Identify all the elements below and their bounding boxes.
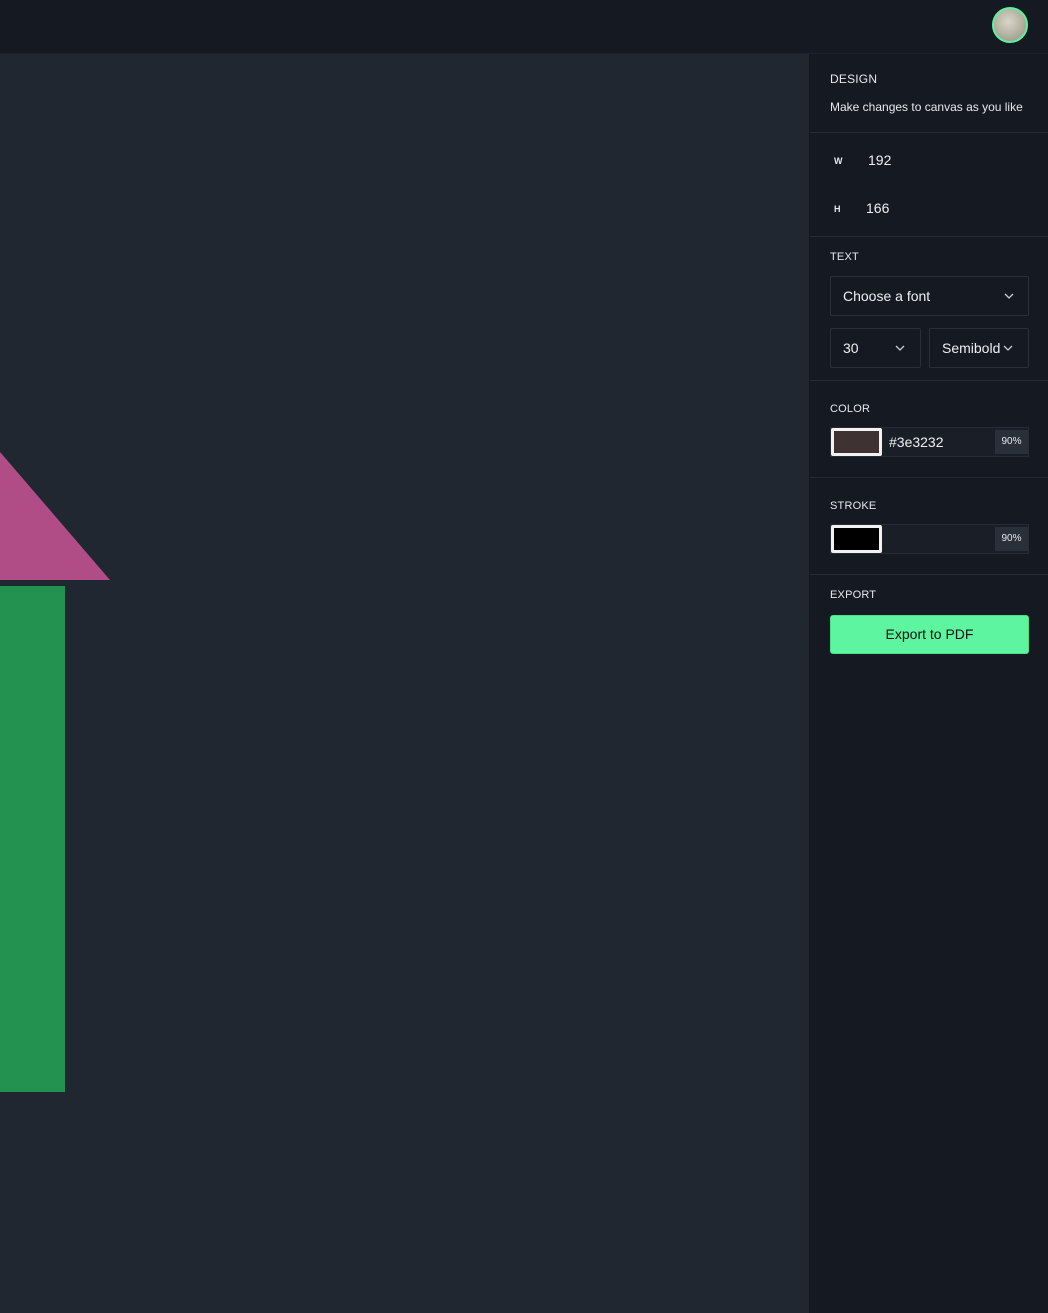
user-avatar-icon[interactable]	[992, 7, 1028, 43]
dimensions-section: W H	[810, 133, 1048, 237]
stroke-title: STROKE	[830, 500, 877, 512]
design-subtitle: Make changes to canvas as you like	[830, 100, 1023, 114]
color-opacity[interactable]: 90%	[995, 430, 1028, 454]
chevron-down-icon	[895, 345, 905, 351]
stroke-swatch[interactable]	[831, 525, 882, 553]
color-hex-value[interactable]: #3e3232	[889, 434, 944, 450]
font-select[interactable]: Choose a font	[830, 276, 1029, 316]
font-select-value: Choose a font	[843, 288, 931, 304]
height-label: H	[834, 204, 841, 214]
height-input[interactable]	[858, 196, 978, 220]
width-label: W	[834, 156, 843, 166]
export-title: EXPORT	[830, 589, 877, 601]
color-section: COLOR #3e3232 90%	[810, 381, 1048, 478]
width-input[interactable]	[860, 148, 980, 172]
design-panel: DESIGN Make changes to canvas as you lik…	[809, 54, 1048, 1313]
stroke-section: STROKE 90%	[810, 478, 1048, 575]
canvas-svg	[0, 452, 110, 1092]
export-pdf-button[interactable]: Export to PDF	[830, 615, 1029, 654]
design-section: DESIGN Make changes to canvas as you lik…	[810, 54, 1048, 133]
text-section: TEXT Choose a font 30 Semibold	[810, 237, 1048, 381]
font-size-select[interactable]: 30	[830, 328, 921, 368]
color-row: #3e3232 90%	[830, 427, 1029, 457]
chevron-down-icon	[1004, 293, 1014, 299]
stroke-row: 90%	[830, 524, 1029, 554]
design-title: DESIGN	[830, 72, 878, 86]
text-title: TEXT	[830, 251, 859, 263]
design-canvas[interactable]	[0, 54, 809, 1313]
font-weight-value: Semibold	[942, 340, 1001, 356]
font-weight-select[interactable]: Semibold	[929, 328, 1029, 368]
color-swatch[interactable]	[831, 428, 882, 456]
rectangle-shape[interactable]	[0, 586, 65, 1092]
stroke-opacity[interactable]: 90%	[995, 527, 1028, 551]
triangle-shape[interactable]	[0, 452, 110, 580]
color-title: COLOR	[830, 403, 871, 415]
font-size-value: 30	[843, 340, 859, 356]
top-bar	[0, 0, 1048, 54]
export-section: EXPORT Export to PDF	[810, 575, 1048, 685]
chevron-down-icon	[1003, 345, 1013, 351]
